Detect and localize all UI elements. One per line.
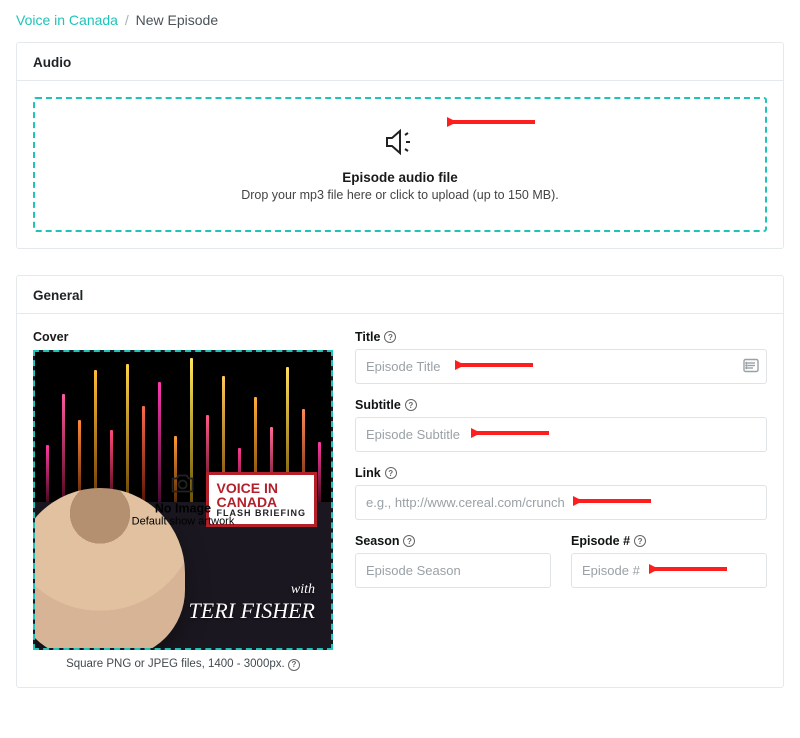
artwork-byline: with TERI FISHER bbox=[189, 582, 315, 624]
cover-no-image: No Image bbox=[132, 502, 235, 516]
general-panel-title: General bbox=[17, 276, 783, 314]
audio-drop-main: Episode audio file bbox=[47, 170, 753, 185]
help-icon[interactable]: ? bbox=[288, 659, 300, 671]
cover-dropzone[interactable]: VOICE IN CANADA FLASH BRIEFING with TERI… bbox=[33, 350, 333, 650]
title-input[interactable] bbox=[355, 349, 767, 384]
link-label: Link bbox=[355, 466, 381, 480]
subtitle-input[interactable] bbox=[355, 417, 767, 452]
cover-help-text: Square PNG or JPEG files, 1400 - 3000px.… bbox=[33, 658, 333, 671]
title-label: Title bbox=[355, 330, 380, 344]
speaker-icon bbox=[383, 127, 417, 160]
camera-icon bbox=[170, 473, 196, 498]
help-icon[interactable]: ? bbox=[405, 399, 417, 411]
help-icon[interactable]: ? bbox=[634, 535, 646, 547]
audio-drop-sub: Drop your mp3 file here or click to uplo… bbox=[47, 188, 753, 202]
cover-default-artwork: Default show artwork bbox=[132, 516, 235, 528]
audio-panel: Audio Episode audio file Drop your mp3 f… bbox=[16, 42, 784, 249]
breadcrumb-separator: / bbox=[125, 12, 129, 28]
breadcrumb-current: New Episode bbox=[136, 12, 219, 28]
breadcrumb: Voice in Canada / New Episode bbox=[16, 8, 784, 42]
audio-dropzone[interactable]: Episode audio file Drop your mp3 file he… bbox=[33, 97, 767, 232]
breadcrumb-parent[interactable]: Voice in Canada bbox=[16, 12, 118, 28]
autofill-icon[interactable] bbox=[743, 358, 759, 375]
help-icon[interactable]: ? bbox=[385, 467, 397, 479]
episode-input[interactable] bbox=[571, 553, 767, 588]
audio-panel-title: Audio bbox=[17, 43, 783, 81]
season-label: Season bbox=[355, 534, 399, 548]
link-input[interactable] bbox=[355, 485, 767, 520]
help-icon[interactable]: ? bbox=[384, 331, 396, 343]
cover-label: Cover bbox=[33, 330, 333, 344]
episode-label: Episode # bbox=[571, 534, 630, 548]
subtitle-label: Subtitle bbox=[355, 398, 401, 412]
season-input[interactable] bbox=[355, 553, 551, 588]
help-icon[interactable]: ? bbox=[403, 535, 415, 547]
general-panel: General Cover bbox=[16, 275, 784, 688]
